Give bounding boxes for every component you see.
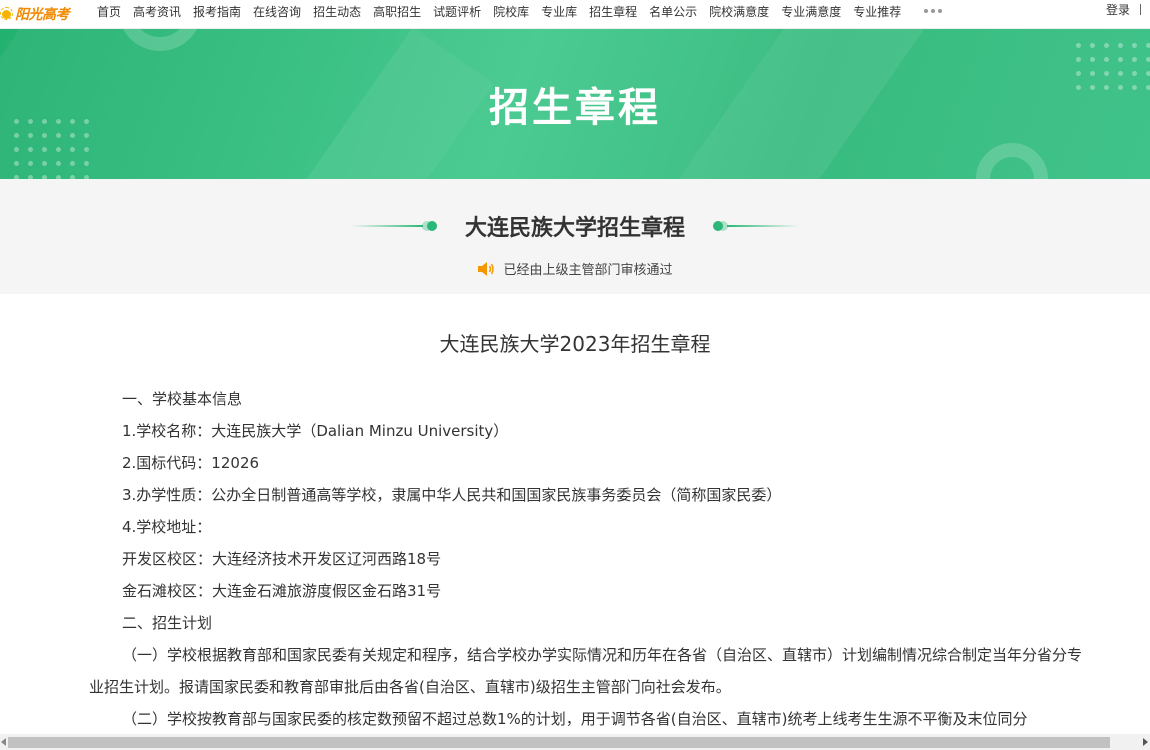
banner-dot — [14, 147, 19, 152]
document-line: 二、招生计划 — [122, 614, 213, 632]
decor-dot-right — [713, 221, 728, 231]
document-line: 3.办学性质：公办全日制普通高等学校，隶属中华人民共和国国家民族事务委员会（简称… — [122, 486, 782, 504]
document-line: 开发区校区：大连经济技术开发区辽河西路18号 — [122, 550, 442, 568]
verified-text: 已经由上级主管部门审核通过 — [503, 263, 673, 278]
banner-dot — [1118, 43, 1123, 48]
nav-item[interactable]: 专业库 — [541, 3, 577, 20]
banner-dot — [42, 147, 47, 152]
document-line: 金石滩校区：大连金石滩旅游度假区金石路31号 — [122, 582, 442, 600]
nav-item[interactable]: 专业满意度 — [781, 3, 841, 20]
nav-item[interactable]: 院校库 — [493, 3, 529, 20]
logo-text: 阳光高考 — [15, 7, 70, 23]
banner-dot — [28, 133, 33, 138]
document-line: 1.学校名称：大连民族大学（Dalian Minzu University） — [122, 422, 509, 440]
banner-dot — [14, 161, 19, 166]
nav-item[interactable]: 在线咨询 — [253, 3, 301, 20]
document-title: 大连民族大学2023年招生章程 — [439, 332, 711, 356]
decor-line-right — [727, 225, 799, 227]
banner-dot — [1146, 43, 1150, 48]
document-line: 一、学校基本信息 — [122, 390, 243, 408]
banner-dot — [14, 133, 19, 138]
banner-dot — [1104, 57, 1109, 62]
nav-item[interactable]: 试题评析 — [433, 3, 481, 20]
scroll-left-arrow-icon[interactable] — [1, 738, 6, 746]
subtitle-row: 大连民族大学招生章程 — [0, 210, 1150, 242]
top-navigation-bar: 阳光高考 首页 高考资讯 报考指南 在线咨询 招生动态 高职招生 试题评析 院校库 专业库 招生章… — [0, 0, 1150, 29]
banner-dot — [1076, 43, 1081, 48]
document-paragraph: （二）学校按教育部与国家民委的核定数预留不超过总数1%的计划，用于调节各省(自治… — [122, 710, 1028, 728]
login-divider — [1140, 4, 1141, 15]
nav-item[interactable]: 招生章程 — [589, 3, 637, 20]
document-line: 2.国标代码：12026 — [122, 454, 260, 472]
banner-dot — [1104, 43, 1109, 48]
scrollbar-thumb[interactable] — [8, 737, 1110, 748]
nav-item[interactable]: 报考指南 — [193, 3, 241, 20]
document-line: 4.学校地址： — [122, 518, 212, 536]
verified-notice: 已经由上级主管部门审核通过 — [0, 259, 1150, 278]
banner-title: 招生章程 — [489, 85, 661, 131]
banner-dot — [84, 133, 89, 138]
banner-dot — [1090, 57, 1095, 62]
banner-dot — [1132, 57, 1137, 62]
banner-dot — [1090, 43, 1095, 48]
nav-item[interactable]: 专业推荐 — [853, 3, 901, 20]
speaker-icon — [478, 261, 495, 276]
banner-dot — [84, 147, 89, 152]
banner-dot — [84, 161, 89, 166]
nav-item[interactable]: 名单公示 — [649, 3, 697, 20]
banner-dot — [56, 147, 61, 152]
banner-dot — [1076, 57, 1081, 62]
banner-dot — [42, 133, 47, 138]
page-subtitle: 大连民族大学招生章程 — [464, 216, 685, 241]
document-paragraph: （一）学校根据教育部和国家民委有关规定和程序，结合学校办学实际情况和历年在各省（… — [89, 646, 1083, 696]
banner-dot — [1118, 57, 1123, 62]
scroll-right-arrow-icon[interactable] — [1143, 738, 1148, 746]
article-header: 大连民族大学招生章程 已经由上级主管部门审核通过 — [0, 179, 1150, 294]
nav-item[interactable]: 院校满意度 — [709, 3, 769, 20]
decor-line-left — [350, 225, 423, 227]
nav-item[interactable]: 高职招生 — [373, 3, 421, 20]
page-banner: 招生章程 — [0, 29, 1150, 179]
banner-dot — [28, 147, 33, 152]
decor-dot-left — [421, 221, 437, 231]
banner-dot — [70, 133, 75, 138]
banner-dot — [1146, 57, 1150, 62]
banner-dot — [56, 133, 61, 138]
document-body: 大连民族大学2023年招生章程 一、学校基本信息 1.学校名称：大连民族大学（D… — [0, 294, 1150, 734]
nav-item[interactable]: 招生动态 — [313, 3, 361, 20]
banner-dot — [70, 161, 75, 166]
banner-dot — [1132, 43, 1137, 48]
more-menu-icon[interactable] — [924, 9, 943, 13]
sun-logo-icon — [0, 7, 14, 21]
main-nav: 首页 高考资讯 报考指南 在线咨询 招生动态 高职招生 试题评析 院校库 专业库 招生章程 名单公示… — [91, 0, 943, 22]
banner-dot — [42, 161, 47, 166]
banner-dot — [56, 161, 61, 166]
horizontal-scrollbar[interactable] — [0, 734, 1150, 750]
banner-dot — [70, 147, 75, 152]
nav-item[interactable]: 首页 — [97, 3, 121, 20]
site-logo[interactable]: 阳光高考 — [0, 2, 70, 26]
banner-dot — [28, 161, 33, 166]
login-link[interactable]: 登录 — [1106, 1, 1130, 18]
nav-item[interactable]: 高考资讯 — [133, 3, 181, 20]
